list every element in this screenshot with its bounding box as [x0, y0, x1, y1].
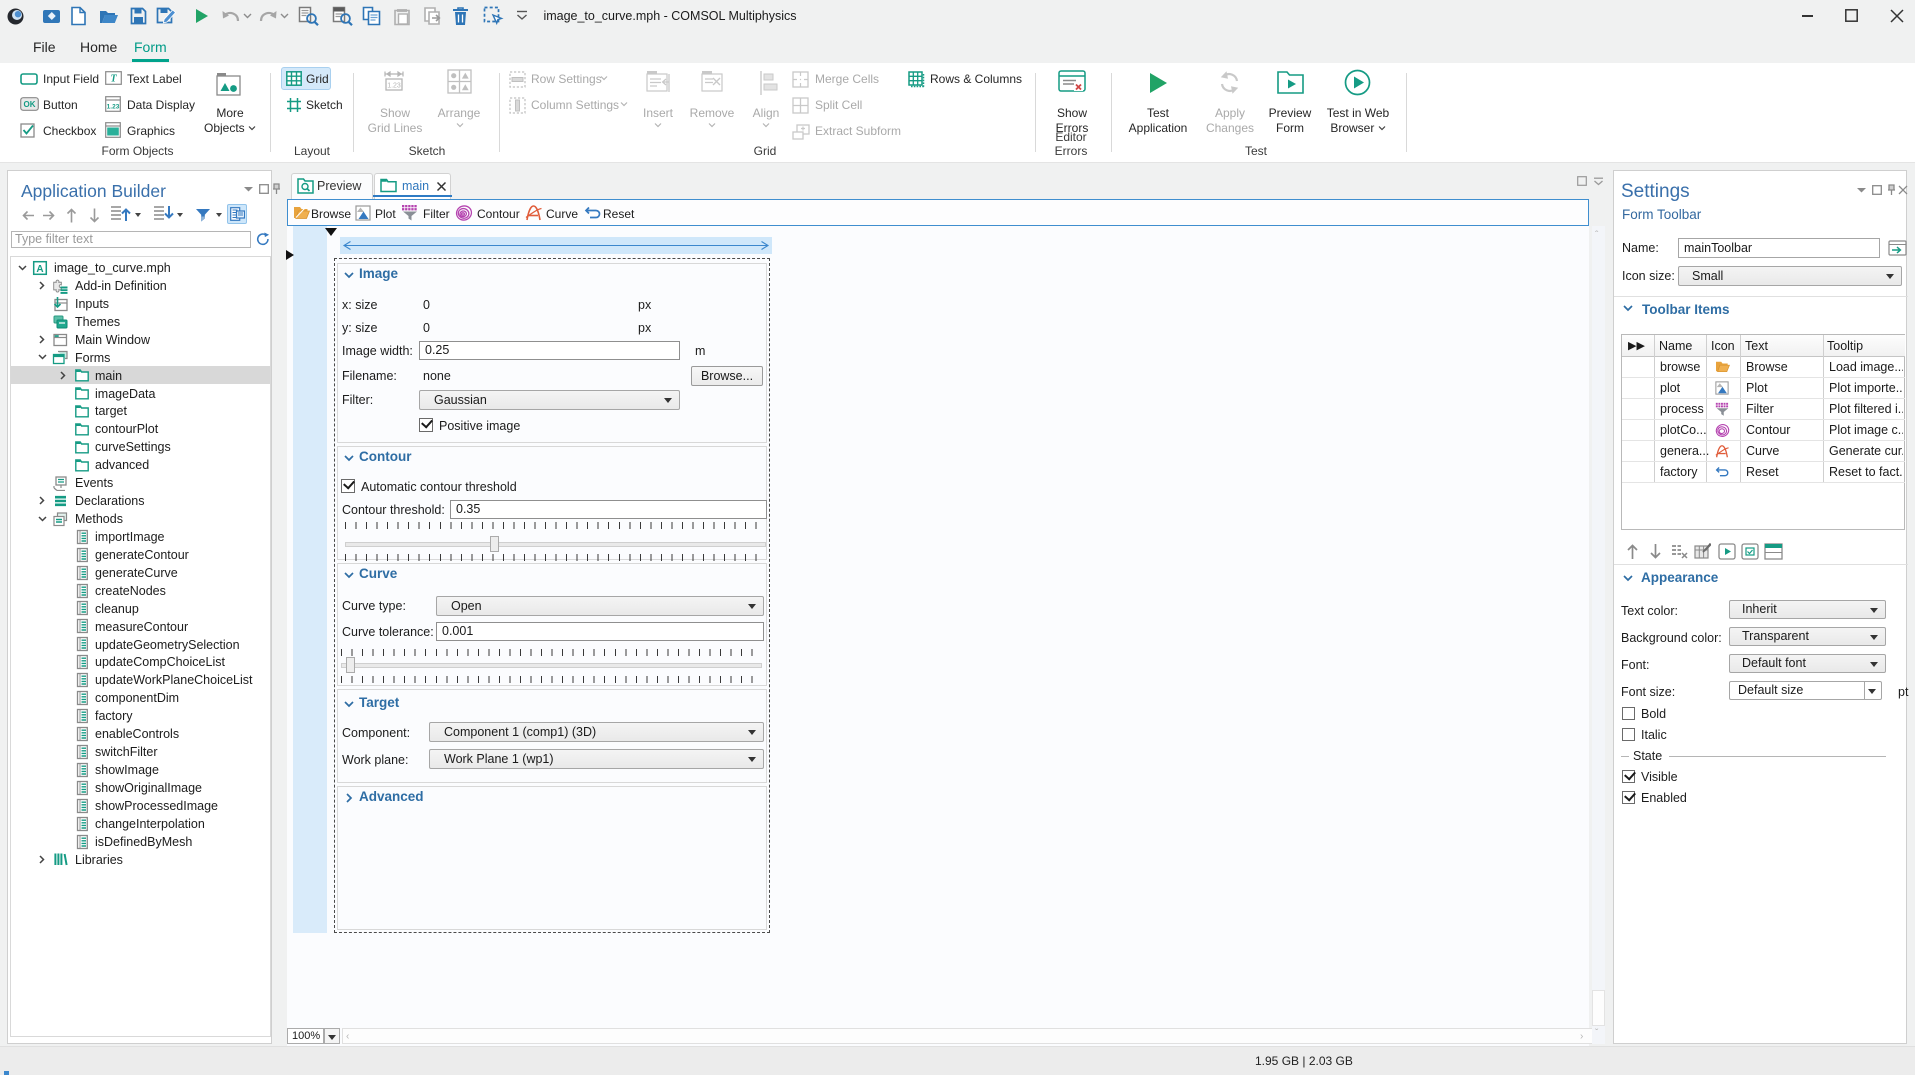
svg-text:A: A — [36, 264, 43, 275]
svg-text:1.23: 1.23 — [107, 104, 120, 111]
svg-text:1.23: 1.23 — [387, 83, 401, 90]
svg-text:OK: OK — [24, 100, 36, 109]
svg-text:T: T — [110, 74, 117, 85]
